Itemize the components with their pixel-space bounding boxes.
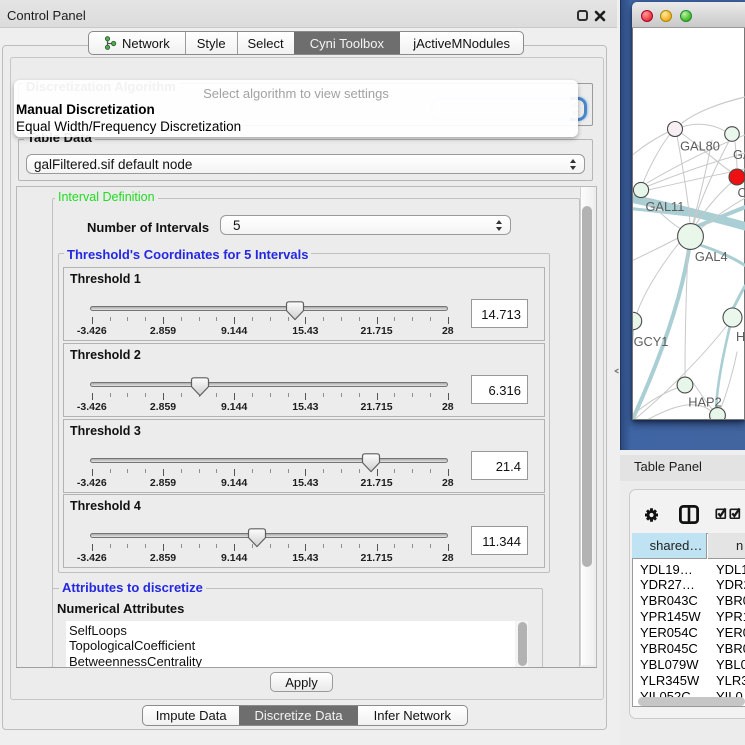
- svg-text:H: H: [736, 329, 745, 344]
- svg-text:GAL4: GAL4: [695, 249, 728, 264]
- svg-text:GAL11: GAL11: [645, 199, 684, 214]
- svg-text:GCY1: GCY1: [634, 334, 669, 349]
- svg-text:C: C: [738, 185, 745, 200]
- svg-text:GAL80: GAL80: [680, 139, 720, 154]
- svg-text:HAP2: HAP2: [688, 395, 721, 410]
- svg-text:GAL: GAL: [733, 147, 745, 162]
